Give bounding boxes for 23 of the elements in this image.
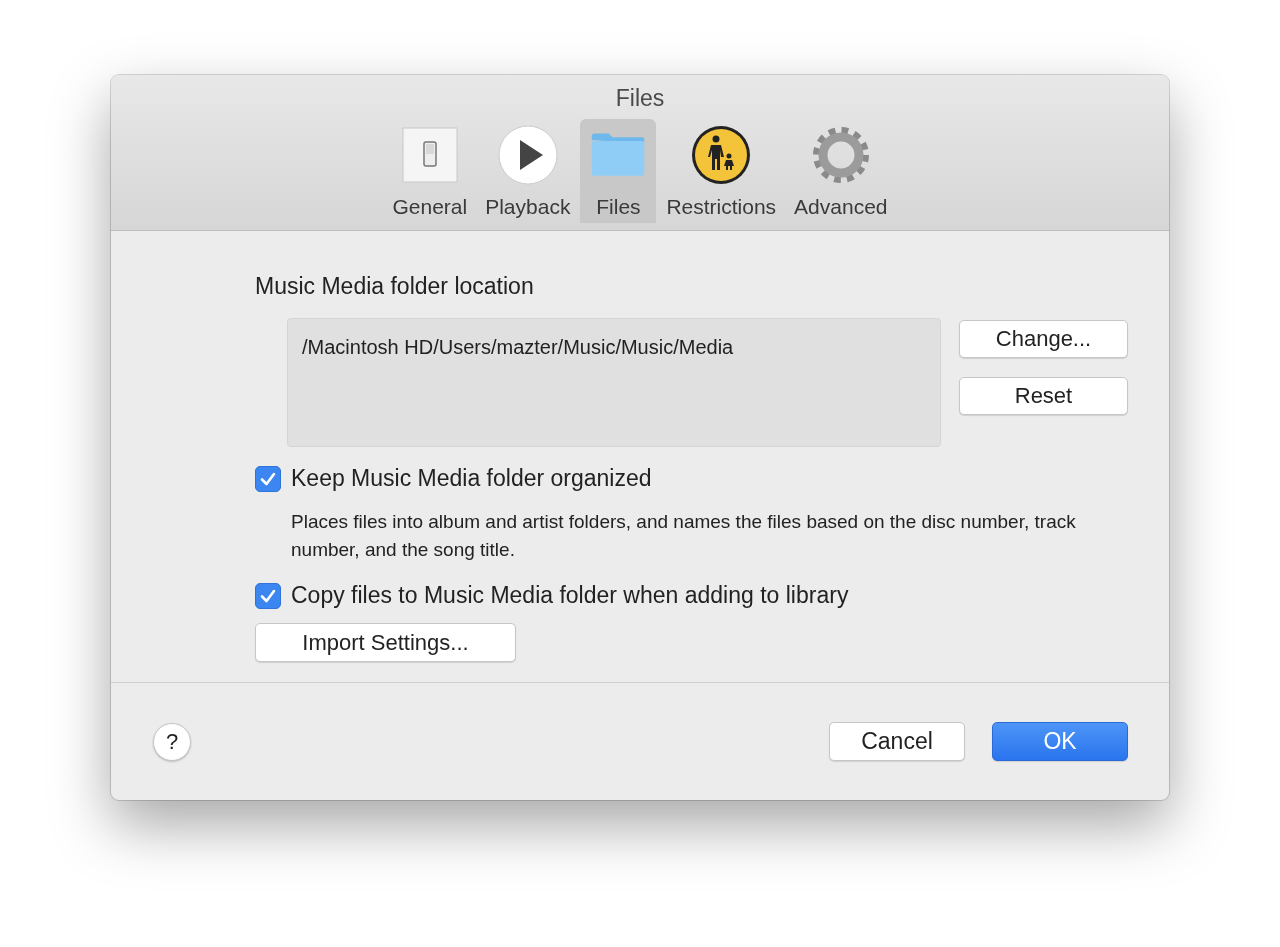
play-icon xyxy=(497,125,558,185)
folder-path-field: /Macintosh HD/Users/mazter/Music/Music/Media xyxy=(287,318,941,447)
checkbox-label: Keep Music Media folder organized xyxy=(291,465,652,492)
toolbar-tab[interactable]: General xyxy=(384,119,476,223)
checkbox[interactable] xyxy=(255,582,281,609)
option-description: Places files into album and artist folders, and names the files based on the disc number, track number, and the song title. xyxy=(291,510,1077,562)
import-settings-button[interactable]: Import Settings... xyxy=(255,623,516,662)
parent-child-icon xyxy=(691,125,752,185)
toolbar-tab[interactable]: Advanced xyxy=(786,119,896,223)
checkbox-label: Copy files to Music Media folder when adding to library xyxy=(291,582,849,609)
section-heading: Music Media folder location xyxy=(255,273,535,300)
checkbox[interactable] xyxy=(255,465,281,492)
folder-button[interactable]: Change... xyxy=(959,320,1128,358)
toolbar-tab[interactable]: Restrictions xyxy=(658,119,785,223)
toolbar-tab[interactable]: Files xyxy=(580,119,657,223)
folder-button[interactable]: Reset xyxy=(959,377,1128,415)
toolbar-tab[interactable]: Playback xyxy=(477,119,579,223)
gear-icon xyxy=(810,125,871,185)
cancel-button[interactable]: Cancel xyxy=(829,722,965,761)
ok-button[interactable]: OK xyxy=(992,722,1128,761)
light-switch-icon xyxy=(399,125,460,185)
window-title: Files xyxy=(615,85,665,113)
help-button[interactable]: ? xyxy=(153,722,191,761)
